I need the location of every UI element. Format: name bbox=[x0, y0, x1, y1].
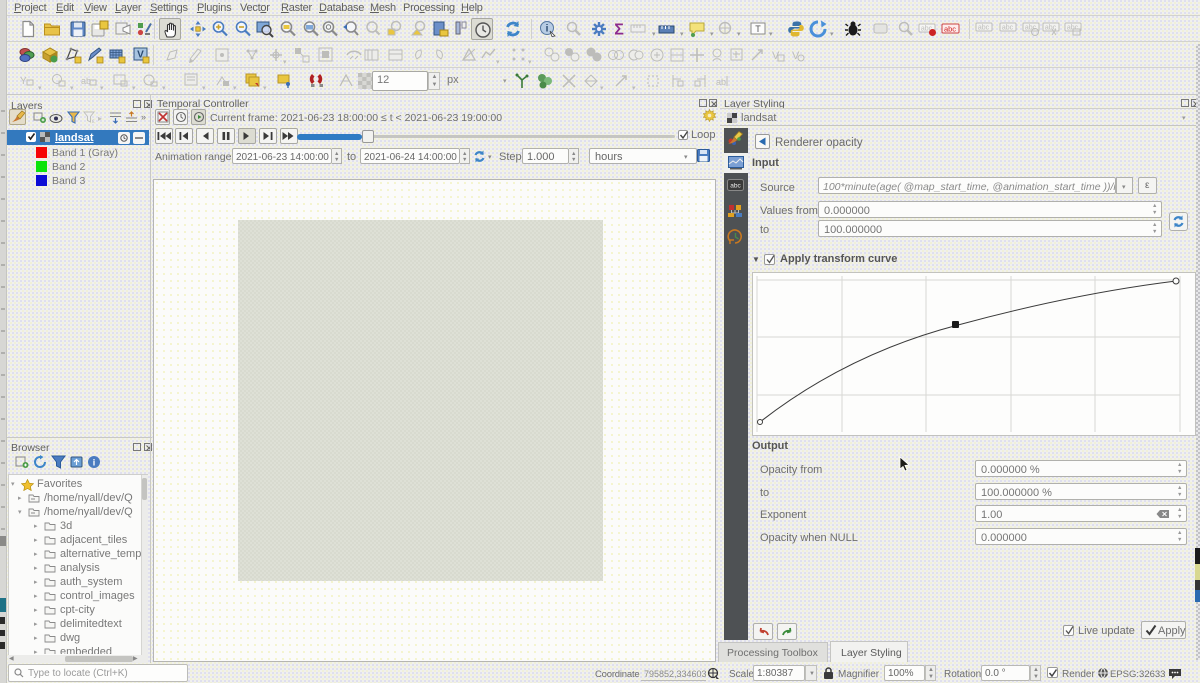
svg-text:abc: abc bbox=[1002, 25, 1014, 32]
svg-text:abc: abc bbox=[944, 25, 956, 34]
svg-text:abc: abc bbox=[978, 25, 990, 32]
svg-text:abc: abc bbox=[730, 183, 741, 190]
svg-text:Σ: Σ bbox=[614, 22, 624, 39]
svg-text:i: i bbox=[546, 24, 549, 35]
svg-text:T: T bbox=[755, 24, 761, 34]
svg-text:ab: ab bbox=[716, 77, 726, 87]
svg-text:i: i bbox=[93, 458, 96, 468]
svg-text:V: V bbox=[772, 50, 780, 62]
svg-text:ε: ε bbox=[92, 119, 95, 124]
svg-text:abc: abc bbox=[1025, 25, 1037, 32]
svg-text:Y: Y bbox=[20, 76, 27, 87]
